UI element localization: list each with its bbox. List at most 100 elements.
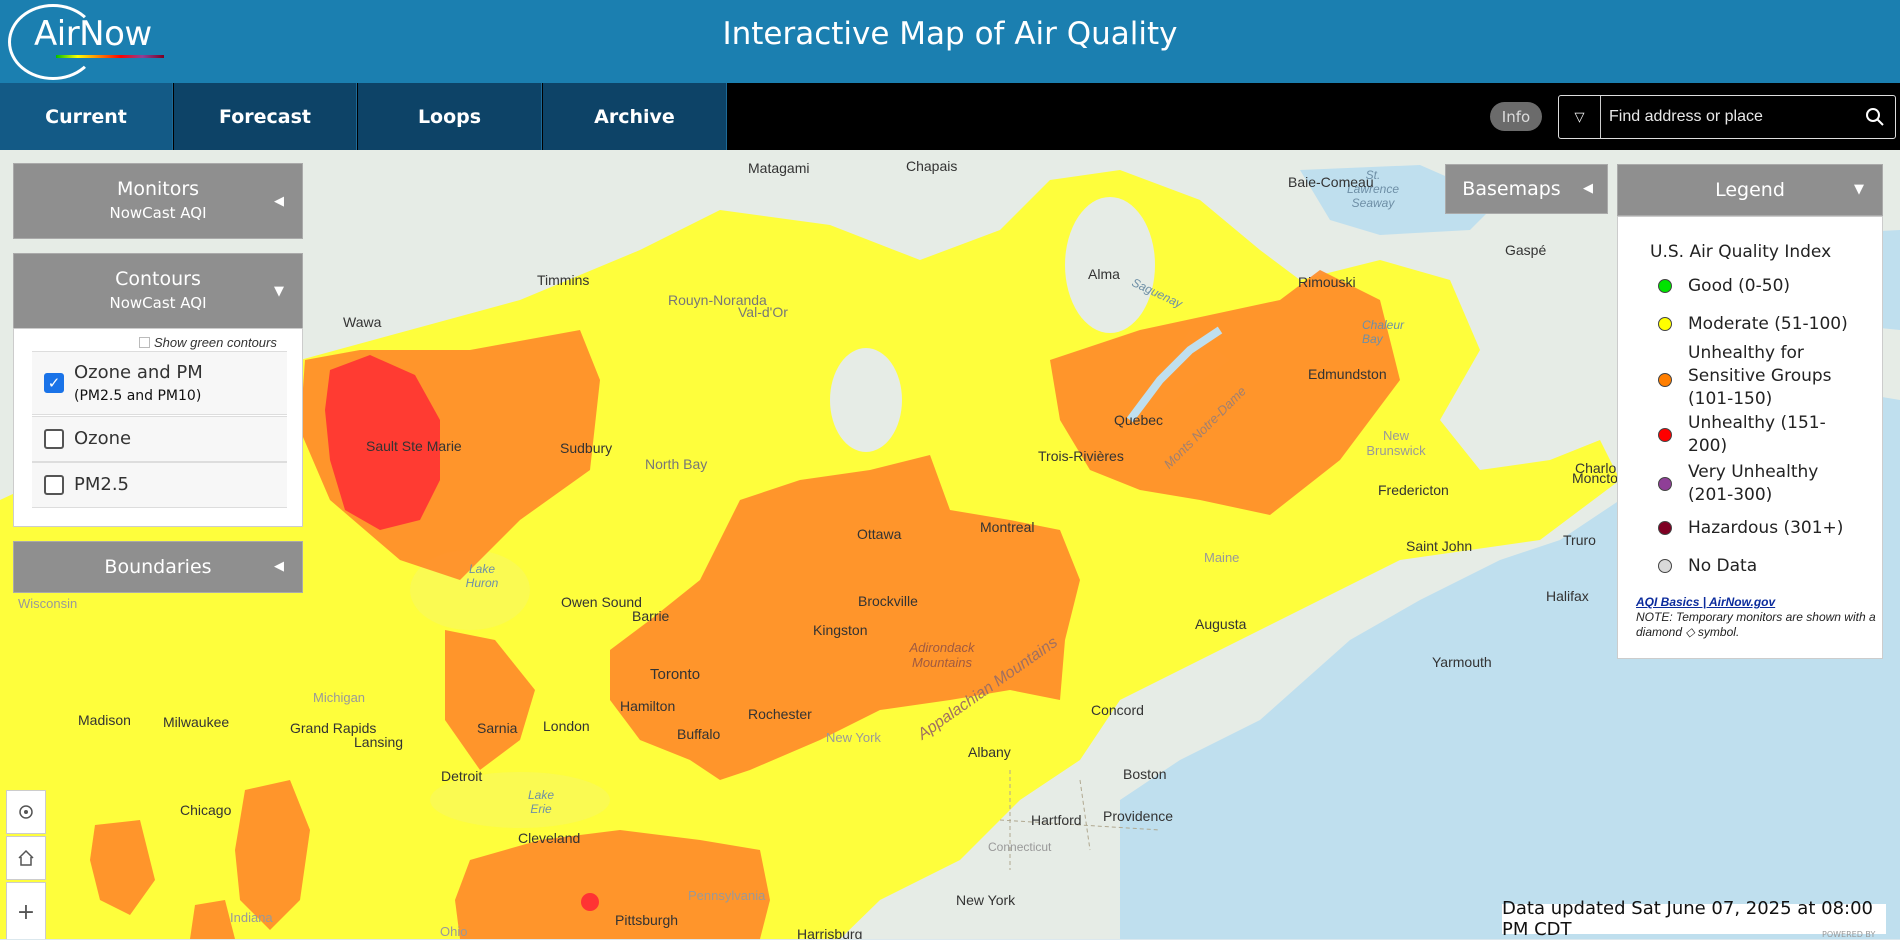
- caret-left-icon: ◀: [274, 194, 284, 209]
- map-label: Montreal: [980, 519, 1035, 535]
- map-label: Toronto: [650, 666, 701, 683]
- contours-panel-header[interactable]: Contours NowCast AQI ▼: [13, 253, 303, 329]
- app-header: AirNow Interactive Map of Air Quality: [0, 0, 1900, 83]
- legend-note: NOTE: Temporary monitors are shown with …: [1636, 610, 1876, 639]
- caret-down-icon: ▼: [274, 284, 284, 299]
- locate-icon: [19, 805, 33, 819]
- show-green-toggle[interactable]: Show green contours: [139, 335, 277, 350]
- map-label: Sault Ste Marie: [366, 438, 462, 454]
- map-label: Chapais: [906, 158, 958, 174]
- map-label: Pennsylvania: [688, 888, 766, 903]
- legend-panel-header[interactable]: Legend ▼: [1617, 164, 1883, 216]
- map-label: Baie-Comeau: [1288, 174, 1374, 190]
- map-label: Chaleur Bay: [1362, 318, 1405, 346]
- tab-loops[interactable]: Loops: [358, 83, 542, 150]
- search-source-dropdown[interactable]: ▽: [1559, 96, 1601, 138]
- monitors-subtitle: NowCast AQI: [109, 204, 207, 222]
- boundaries-panel-header[interactable]: Boundaries ◀: [13, 541, 303, 593]
- map-label: Fredericton: [1378, 482, 1449, 498]
- contour-option-ozone[interactable]: Ozone: [32, 416, 287, 462]
- tab-forecast[interactable]: Forecast: [174, 83, 357, 150]
- map-label: Milwaukee: [163, 714, 230, 730]
- checkbox-ozone[interactable]: [44, 429, 64, 449]
- map-label: Lake Huron: [465, 562, 499, 590]
- map-label: Chicago: [180, 802, 232, 818]
- show-green-checkbox[interactable]: [139, 337, 150, 348]
- contour-option-ozone-pm[interactable]: ✓ Ozone and PM (PM2.5 and PM10): [32, 351, 287, 415]
- map-label: Trois-Rivières: [1038, 448, 1124, 464]
- map-label: Connecticut: [988, 840, 1052, 854]
- map-label: Detroit: [441, 768, 483, 784]
- map-label: Barrie: [632, 608, 670, 624]
- map-label: Adirondack Mountains: [909, 640, 975, 670]
- contours-subtitle: NowCast AQI: [109, 294, 207, 312]
- map-label: Matagami: [748, 160, 810, 176]
- map-label: New York: [826, 730, 881, 745]
- map-label: Ohio: [440, 924, 468, 939]
- map-label: Hamilton: [620, 698, 676, 714]
- legend-swatch: [1658, 521, 1672, 535]
- map-label: Boston: [1123, 766, 1167, 782]
- map-label: Buffalo: [677, 726, 721, 742]
- powered-by: POWERED BY: [1822, 930, 1876, 939]
- zoom-in-button[interactable]: +: [6, 882, 46, 939]
- tab-archive[interactable]: Archive: [543, 83, 727, 150]
- option-label: PM2.5: [74, 474, 130, 495]
- legend-swatch: [1658, 373, 1672, 387]
- chevron-down-icon: ▽: [1574, 109, 1585, 125]
- boundaries-title: Boundaries: [104, 556, 212, 578]
- map-label: New Brunswick: [1366, 428, 1426, 458]
- caret-left-icon: ◀: [1583, 181, 1593, 196]
- page-title: Interactive Map of Air Quality: [722, 16, 1178, 52]
- legend-heading: U.S. Air Quality Index: [1650, 242, 1832, 262]
- checkbox-pm25[interactable]: [44, 475, 64, 495]
- basemaps-title: Basemaps: [1462, 178, 1561, 200]
- map-label: Kingston: [813, 622, 868, 638]
- aqi-basics-link[interactable]: AQI Basics | AirNow.gov: [1636, 595, 1775, 609]
- legend-label: Hazardous (301+): [1688, 518, 1844, 538]
- map-label: Madison: [78, 712, 131, 728]
- basemaps-panel-header[interactable]: Basemaps ◀: [1445, 164, 1608, 214]
- map-label: Michigan: [313, 690, 366, 705]
- legend-label: Very Unhealthy (201-300): [1688, 462, 1819, 505]
- checkbox-ozone-pm[interactable]: ✓: [44, 373, 64, 393]
- legend-swatch: [1658, 477, 1672, 491]
- monitors-panel-header[interactable]: Monitors NowCast AQI ◀: [13, 163, 303, 239]
- legend-swatch: [1658, 279, 1672, 293]
- tab-current[interactable]: Current: [0, 83, 173, 150]
- legend-swatch: [1658, 317, 1672, 331]
- search-icon[interactable]: [1865, 107, 1885, 127]
- map-label: Cleveland: [518, 830, 581, 846]
- map-label: Truro: [1563, 532, 1596, 548]
- home-button[interactable]: [6, 836, 46, 880]
- home-icon: [18, 849, 34, 866]
- map-label: Maine: [1204, 550, 1240, 565]
- map-label: Hartford: [1031, 812, 1082, 828]
- legend-label: Unhealthy for Sensitive Groups (101-150): [1688, 343, 1832, 409]
- legend-title: Legend: [1715, 179, 1785, 201]
- map-label: Pittsburgh: [615, 912, 679, 928]
- map-label: Sudbury: [560, 440, 613, 456]
- map-label: New York: [956, 892, 1016, 908]
- search-input[interactable]: [1607, 102, 1847, 132]
- map-label: Rochester: [748, 706, 812, 722]
- map-label: Concord: [1091, 702, 1144, 718]
- map-label: Augusta: [1195, 616, 1247, 632]
- legend-swatch: [1658, 559, 1672, 573]
- map-label: Albany: [968, 744, 1011, 760]
- contours-title: Contours: [115, 268, 201, 290]
- contour-option-pm25[interactable]: PM2.5: [32, 462, 287, 508]
- map-label: Yarmouth: [1432, 654, 1492, 670]
- caret-left-icon: ◀: [274, 559, 284, 574]
- info-button[interactable]: Info: [1490, 102, 1542, 131]
- map-label: Timmins: [537, 272, 590, 288]
- map-label: Brockville: [858, 593, 918, 609]
- option-label: Ozone: [74, 428, 132, 449]
- map-label: North Bay: [645, 456, 708, 472]
- map-label: Providence: [1103, 808, 1174, 824]
- map-label: Lansing: [354, 734, 404, 750]
- locate-button[interactable]: [6, 790, 46, 834]
- map-label: London: [543, 718, 590, 734]
- map-label: Indiana: [230, 910, 273, 925]
- contours-panel-body: Show green contours ✓ Ozone and PM (PM2.…: [13, 328, 303, 527]
